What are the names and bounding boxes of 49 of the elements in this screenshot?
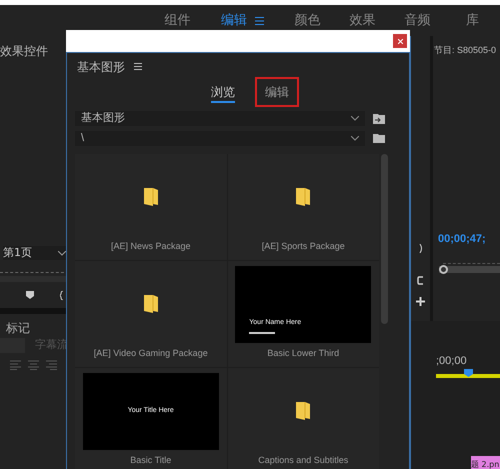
library-select[interactable]: 基本图形 <box>75 111 365 126</box>
folder-icon <box>144 294 158 314</box>
template-name: [AE] Sports Package <box>262 240 345 253</box>
template-name: [AE] Video Gaming Package <box>94 347 208 360</box>
marker-icon[interactable] <box>26 291 34 299</box>
folder-icon <box>296 401 310 421</box>
menu-icon[interactable] <box>134 63 142 70</box>
template-tile[interactable]: [AE] Sports Package <box>228 154 379 260</box>
workspace-tab[interactable]: 编辑 <box>205 10 280 30</box>
panel-title: 效果控件 <box>0 43 49 60</box>
paren-icon[interactable] <box>418 244 422 253</box>
template-tile[interactable]: Captions and Subtitles <box>228 368 379 469</box>
subtitle-line <box>249 332 276 334</box>
folder-icon[interactable] <box>373 134 385 143</box>
close-button[interactable] <box>393 34 407 48</box>
panel-title: 基本图形 <box>77 58 125 76</box>
loop-icon[interactable] <box>417 276 424 285</box>
chevron-down-icon <box>58 250 66 256</box>
timecode: ;00;00 <box>436 354 468 369</box>
bracket-icon[interactable] <box>60 290 64 300</box>
zoom-handle[interactable] <box>439 265 448 274</box>
template-tile[interactable]: [AE] News Package <box>75 154 226 260</box>
workspace-tab[interactable]: 效果 <box>334 10 390 30</box>
menu-icon[interactable] <box>254 16 264 24</box>
template-tile[interactable]: [AE] Video Gaming Package <box>75 261 226 367</box>
template-name: [AE] News Package <box>110 240 191 253</box>
close-icon <box>398 38 402 44</box>
workspace-tab[interactable]: 库 <box>444 10 500 30</box>
scrollbar[interactable] <box>381 154 388 324</box>
page-select[interactable]: 第1页 <box>3 246 66 260</box>
template-name: Basic Lower Third <box>267 347 340 360</box>
panel-tab[interactable]: 编辑 <box>255 77 299 107</box>
panel-tab[interactable]: 浏览 <box>201 77 245 107</box>
template-name: Basic Title <box>130 454 172 467</box>
path-select[interactable]: \ <box>75 131 365 146</box>
chevron-down-icon <box>351 136 359 141</box>
folder-icon <box>296 187 310 207</box>
template-name: Captions and Subtitles <box>258 454 348 467</box>
workspace-tab[interactable]: 颜色 <box>280 10 335 30</box>
panel-tab[interactable]: 标记 <box>6 319 30 336</box>
add-icon[interactable] <box>416 297 425 306</box>
folder-import-icon[interactable] <box>373 114 385 124</box>
workspace-tab[interactable]: 组件 <box>150 10 206 30</box>
workspace-tab[interactable]: 音频 <box>390 10 445 30</box>
timecode: 00;00;47; <box>437 232 486 246</box>
timeline-clip[interactable]: 题 2.pn <box>471 456 500 469</box>
panel-title: 节目: S80505-0 <box>433 44 496 57</box>
chevron-down-icon <box>351 116 359 121</box>
folder-icon <box>144 187 158 207</box>
